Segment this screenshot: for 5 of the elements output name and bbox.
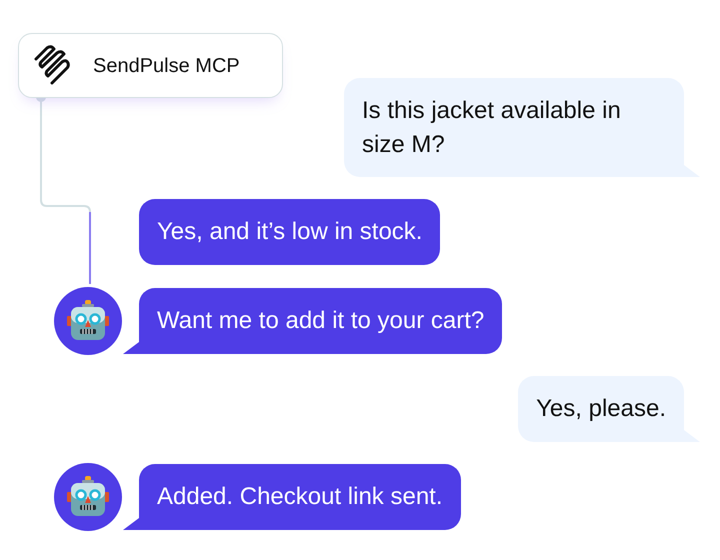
integration-title: SendPulse MCP [93, 54, 240, 78]
bubble-tail [123, 518, 139, 530]
squiggle-logo-icon [33, 44, 71, 86]
bubble-tail [123, 342, 139, 354]
bot-message-bubble: Yes, and it’s low in stock. [139, 199, 440, 265]
